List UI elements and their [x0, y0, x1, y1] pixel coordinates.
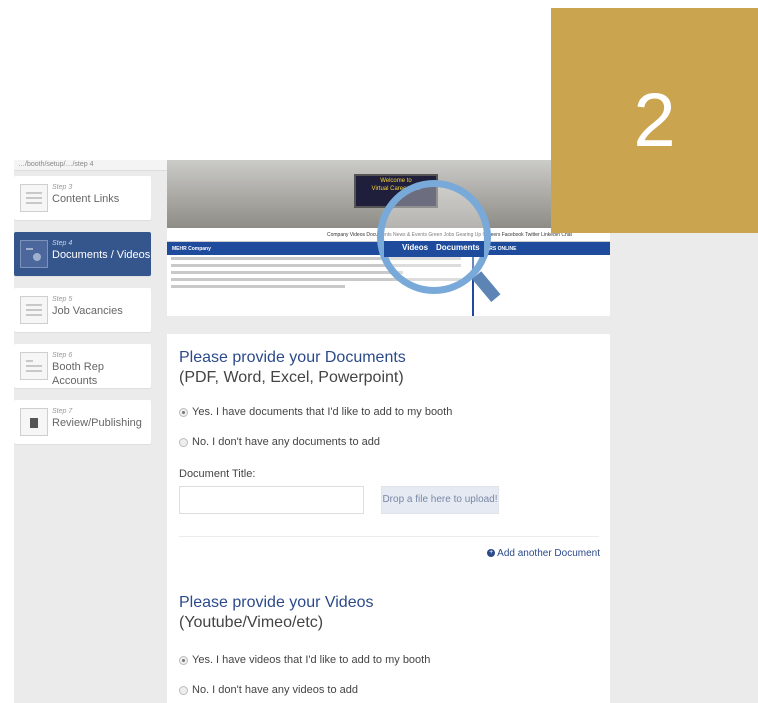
radio-label: No. I don't have any videos to add: [192, 684, 358, 696]
sidebar-item-label: Documents / Videos: [52, 249, 151, 261]
sidebar-item-documents-videos[interactable]: Step 4 Documents / Videos: [14, 232, 151, 276]
radio-selected-icon: [179, 655, 188, 665]
sidebar-item-label: Content Links: [52, 193, 120, 205]
screenshot-frame: …/booth/setup/…/step 4 Step 3 Content Lin…: [14, 160, 758, 703]
videos-subtitle: (Youtube/Vimeo/etc): [179, 614, 324, 631]
list-icon: [20, 296, 48, 324]
radio-unselected-icon: [179, 437, 188, 447]
videos-yes-radio[interactable]: Yes. I have videos that I'd like to add …: [179, 654, 430, 666]
sidebar-item-label: Booth Rep Accounts: [52, 361, 104, 387]
documents-title: Please provide your Documents: [179, 349, 406, 366]
sidebar-item-content-links[interactable]: Step 3 Content Links: [14, 176, 151, 220]
links-icon: [20, 184, 48, 212]
add-document-button[interactable]: + Add another Document: [487, 548, 600, 559]
step-number: Step 7: [52, 408, 73, 415]
step-number: Step 4: [52, 240, 73, 247]
zoomed-tab-documents: Documents: [436, 243, 480, 252]
magnifier-icon: Videos Documents: [377, 180, 501, 302]
divider: [179, 536, 599, 537]
sidebar-item-review-publishing[interactable]: Step 7 Review/Publishing: [14, 400, 151, 444]
documents-yes-radio[interactable]: Yes. I have documents that I'd like to a…: [179, 406, 452, 418]
sidebar-item-label: Job Vacancies: [52, 305, 123, 317]
videos-no-radio[interactable]: No. I don't have any videos to add: [179, 684, 358, 696]
plus-icon: +: [487, 549, 496, 558]
documents-subtitle: (PDF, Word, Excel, Powerpoint): [179, 369, 404, 386]
file-drop-zone[interactable]: Drop a file here to upload!: [381, 486, 499, 514]
sidebar-item-label: Review/Publishing: [52, 417, 142, 429]
document-title-input[interactable]: [179, 486, 364, 514]
radio-selected-icon: [179, 407, 188, 417]
step-number-badge: 2: [551, 8, 758, 233]
step-number: Step 6: [52, 352, 73, 359]
add-document-label: Add another Document: [497, 548, 600, 559]
step-number: Step 3: [52, 184, 73, 191]
radio-label: Yes. I have documents that I'd like to a…: [192, 406, 453, 418]
sidebar-item-booth-rep-accounts[interactable]: Step 6 Booth Rep Accounts: [14, 344, 151, 388]
radio-label: No. I don't have any documents to add: [192, 436, 380, 448]
zoomed-tab-videos: Videos: [402, 243, 429, 252]
documents-no-radio[interactable]: No. I don't have any documents to add: [179, 436, 380, 448]
document-video-icon: [20, 240, 48, 268]
step-number: Step 5: [52, 296, 73, 303]
sidebar-item-job-vacancies[interactable]: Step 5 Job Vacancies: [14, 288, 151, 332]
steps-sidebar: Step 3 Content Links Step 4 Documents / Vi…: [14, 176, 151, 456]
accounts-grid-icon: [20, 352, 48, 380]
zoomed-tabs: Videos Documents: [384, 241, 484, 257]
document-title-label: Document Title:: [179, 468, 256, 480]
thumbs-up-icon: [20, 408, 48, 436]
booth-preview: Welcome to Virtual Career Fair Company V…: [167, 160, 610, 316]
radio-unselected-icon: [179, 685, 188, 695]
documents-videos-form: Please provide your Documents (PDF, Word…: [167, 334, 610, 703]
videos-title: Please provide your Videos: [179, 594, 374, 611]
bar-company-label: MEHR Company: [172, 246, 211, 252]
radio-label: Yes. I have videos that I'd like to add …: [192, 654, 431, 666]
